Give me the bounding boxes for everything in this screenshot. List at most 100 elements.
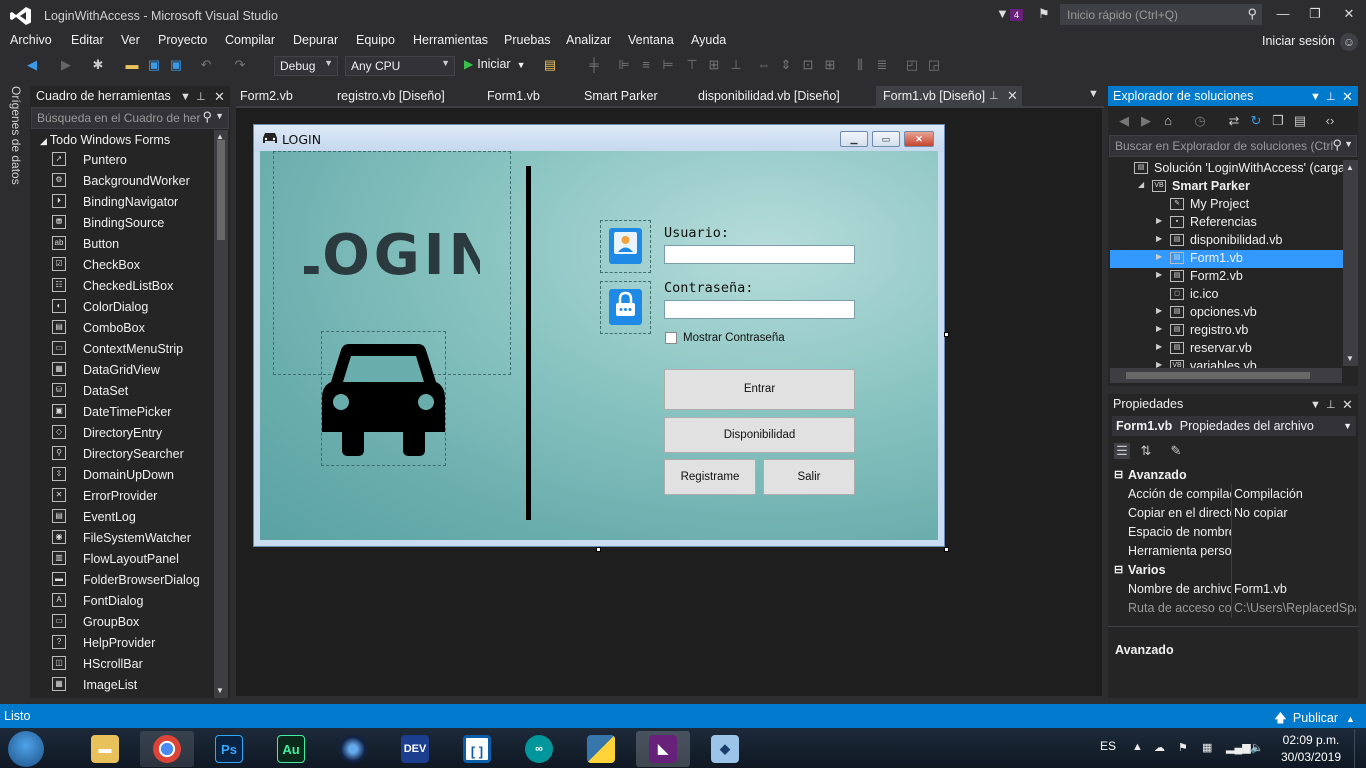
taskbar-virtualbox[interactable]: ◆ — [698, 731, 752, 767]
undo-icon[interactable]: ↶ — [198, 57, 214, 73]
taskbar-python[interactable] — [574, 731, 628, 767]
taskbar-explorer[interactable]: ▬ — [78, 731, 132, 767]
menu-analizar[interactable]: Analizar — [566, 33, 611, 47]
toolbox-item[interactable]: ab Button — [50, 234, 215, 255]
menu-equipo[interactable]: Equipo — [356, 33, 395, 47]
align-left-icon[interactable]: ⊫ — [616, 57, 632, 73]
toolbox-item[interactable]: ▤ EventLog — [50, 507, 215, 528]
align-center-icon[interactable]: ≡ — [638, 57, 654, 73]
refresh-icon[interactable]: ↻ — [1248, 113, 1264, 129]
network-icon[interactable]: ▦ — [1202, 741, 1214, 754]
spacing-vertical-icon[interactable]: ≣ — [874, 57, 890, 73]
menu-proyecto[interactable]: Proyecto — [158, 33, 207, 47]
menu-herramientas[interactable]: Herramientas — [413, 33, 488, 47]
show-all-files-icon[interactable]: ▤ — [1292, 113, 1308, 129]
toolbox-item[interactable]: ➚ Puntero — [50, 150, 215, 171]
expand-icon[interactable]: ▶ — [1156, 216, 1162, 225]
solution-tree-item[interactable]: ◢ VB Smart Parker — [1110, 178, 1343, 196]
same-height-icon[interactable]: ⇕ — [778, 57, 794, 73]
property-row[interactable]: Ruta de acceso completaC:\Users\Replaced… — [1110, 599, 1356, 618]
taskbar-arduino[interactable]: ∞ — [512, 731, 566, 767]
taskbar-chrome[interactable] — [140, 731, 194, 767]
pin-icon[interactable]: ⊥ — [1326, 90, 1336, 103]
solution-tree-item[interactable]: ▤ Solución 'LoginWithAccess' (cargand — [1110, 160, 1359, 178]
prop-category-advanced[interactable]: ⊟ Avanzado — [1110, 466, 1356, 485]
toolbox-item[interactable]: ▥ FlowLayoutPanel — [50, 549, 215, 570]
avatar-icon[interactable]: ☺ — [1340, 33, 1358, 51]
volume-muted-icon[interactable]: 🔈 — [1250, 741, 1264, 754]
tray-date[interactable]: 30/03/2019 — [1280, 750, 1342, 764]
user-input[interactable] — [664, 245, 855, 264]
resize-handle-bottom[interactable] — [596, 547, 601, 552]
pin-icon[interactable]: ⊥ — [196, 90, 206, 103]
solution-tree-item[interactable]: ◻ ic.ico — [1110, 286, 1343, 304]
enter-button[interactable]: Entrar — [664, 369, 855, 410]
configuration-select[interactable]: Debug ▼ — [274, 56, 338, 76]
solution-vertical-scrollbar[interactable] — [1343, 160, 1358, 366]
start-debug-button[interactable]: ▶ Iniciar ▼ — [464, 57, 526, 71]
tab-list-icon[interactable]: ▼ — [1088, 88, 1099, 100]
register-button[interactable]: Registrame — [664, 459, 756, 495]
toolbox-item[interactable]: ◉ FileSystemWatcher — [50, 528, 215, 549]
pin-icon[interactable]: ⊥ — [989, 89, 999, 102]
taskbar-media[interactable] — [326, 731, 380, 767]
scroll-down-icon[interactable]: ▼ — [1346, 354, 1354, 363]
expand-icon[interactable]: ▶ — [1156, 306, 1162, 315]
pending-changes-icon[interactable]: ◷ — [1192, 113, 1208, 129]
toolbox-item[interactable]: ▭ ContextMenuStrip — [50, 339, 215, 360]
toolbox-item[interactable]: ◇ DirectoryEntry — [50, 423, 215, 444]
expand-icon[interactable]: ▶ — [1156, 234, 1162, 243]
notification-badge[interactable]: 4 — [1010, 9, 1023, 21]
signal-icon[interactable]: ▂▄▆ — [1226, 741, 1251, 754]
minimize-button[interactable]: — — [1268, 4, 1298, 26]
close-tab-icon[interactable]: ✕ — [1007, 88, 1018, 104]
taskbar-app[interactable]: [ ] — [450, 731, 504, 767]
publish-button[interactable]: 🡅 Publicar ▲ — [1274, 709, 1355, 730]
taskbar-audition[interactable]: Au — [264, 731, 318, 767]
password-input[interactable] — [664, 300, 855, 319]
solution-tree-item[interactable]: ▶ ▤ opciones.vb — [1110, 304, 1343, 322]
close-button[interactable]: ✕ — [1334, 4, 1364, 26]
flag-icon[interactable]: ⚑ — [1178, 741, 1190, 754]
back-icon[interactable]: ◀ — [1116, 113, 1132, 129]
filter-icon[interactable]: ▼ — [996, 6, 1010, 21]
toolbox-item[interactable]: ⇳ DomainUpDown — [50, 465, 215, 486]
back-icon[interactable]: ◀ — [24, 57, 40, 73]
solution-tree-item[interactable]: ▶ ▤ Form1.vb — [1110, 250, 1343, 268]
toolbox-item[interactable]: ▬ FolderBrowserDialog — [50, 570, 215, 591]
form-maximize-button[interactable]: ▭ — [872, 131, 900, 147]
quick-launch-input[interactable]: Inicio rápido (Ctrl+Q) ⚲ — [1060, 4, 1262, 25]
toolbox-item[interactable]: ? HelpProvider — [50, 633, 215, 654]
home-icon[interactable]: ⌂ — [1160, 113, 1176, 129]
taskbar-devcpp[interactable]: DEV — [388, 731, 442, 767]
tab-registro-design[interactable]: registro.vb [Diseño] — [337, 86, 445, 106]
toolbox-item[interactable]: ▦ ImageList — [50, 675, 215, 696]
form-close-button[interactable]: ✕ — [904, 131, 934, 147]
prop-category-misc[interactable]: ⊟ Varios — [1110, 561, 1356, 580]
align-right-icon[interactable]: ⊨ — [660, 57, 676, 73]
scroll-up-icon[interactable]: ▲ — [216, 132, 224, 141]
chevron-down-icon[interactable]: ▼ — [1310, 399, 1321, 411]
toolbox-scroll-thumb[interactable] — [217, 140, 225, 240]
toolbox-item[interactable]: ✕ ErrorProvider — [50, 486, 215, 507]
alphabetical-icon[interactable]: ⇅ — [1138, 443, 1154, 459]
cloud-icon[interactable]: ☁ — [1154, 741, 1166, 754]
toolbox-item[interactable]: ▦ DataGridView — [50, 360, 215, 381]
expand-icon[interactable]: ▶ — [1156, 252, 1162, 261]
menu-editar[interactable]: Editar — [71, 33, 104, 47]
toolbox-item[interactable]: ⚲ DirectorySearcher — [50, 444, 215, 465]
scroll-up-icon[interactable]: ▲ — [1346, 163, 1354, 172]
solution-tree-item[interactable]: ▶ ▤ disponibilidad.vb — [1110, 232, 1343, 250]
properties-splitter[interactable] — [1231, 484, 1232, 618]
tab-disponibilidad-design[interactable]: disponibilidad.vb [Diseño] — [698, 86, 840, 106]
solution-scroll-thumb[interactable] — [1126, 372, 1310, 379]
collapse-icon[interactable]: ◢ — [1138, 180, 1144, 189]
align-icon[interactable]: ╪ — [586, 57, 602, 73]
toolbox-item[interactable]: ☑ CheckBox — [50, 255, 215, 276]
tray-time[interactable]: 02:09 p.m. — [1280, 733, 1342, 747]
close-icon[interactable]: ✕ — [214, 89, 225, 105]
show-password-label[interactable]: Mostrar Contraseña — [683, 332, 785, 344]
toolbox-item[interactable]: ▭ GroupBox — [50, 612, 215, 633]
menu-compilar[interactable]: Compilar — [225, 33, 275, 47]
tab-form1[interactable]: Form1.vb — [487, 86, 540, 106]
